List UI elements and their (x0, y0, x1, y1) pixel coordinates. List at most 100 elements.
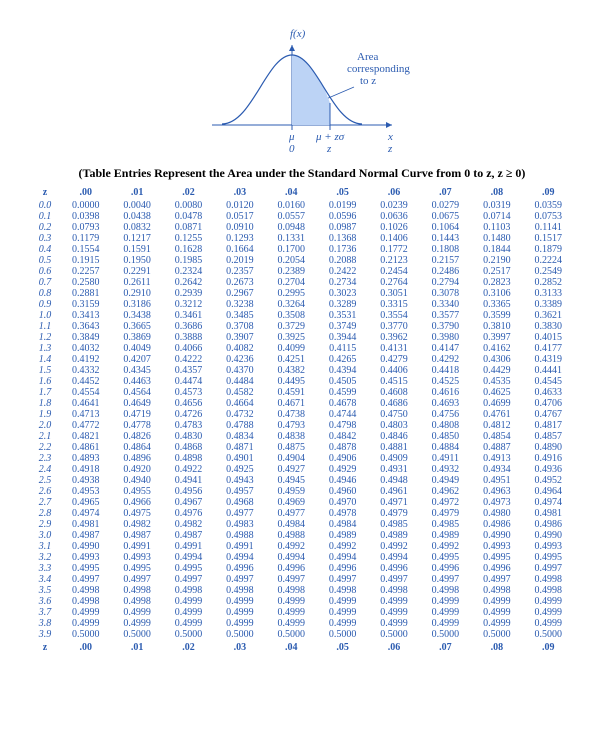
prob-cell: 0.4778 (111, 420, 162, 431)
prob-cell: 0.3925 (266, 332, 317, 343)
prob-cell: 0.4998 (368, 585, 419, 596)
table-row: 1.30.40320.40490.40660.40820.40990.41150… (30, 343, 574, 354)
col-header: .05 (317, 640, 368, 655)
prob-cell: 0.3413 (60, 310, 111, 321)
prob-cell: 0.3577 (420, 310, 471, 321)
prob-cell: 0.4986 (471, 519, 522, 530)
prob-cell: 0.4821 (60, 431, 111, 442)
prob-cell: 0.5000 (266, 629, 317, 640)
table-row: 2.00.47720.47780.47830.47880.47930.47980… (30, 420, 574, 431)
prob-cell: 0.4995 (523, 552, 574, 563)
prob-cell: 0.4992 (266, 541, 317, 552)
prob-cell: 0.4251 (266, 354, 317, 365)
table-row: 0.60.22570.22910.23240.23570.23890.24220… (30, 266, 574, 277)
prob-cell: 0.4995 (163, 563, 214, 574)
table-row: 2.80.49740.49750.49760.49770.49770.49780… (30, 508, 574, 519)
prob-cell: 0.4992 (368, 541, 419, 552)
prob-cell: 0.4945 (266, 475, 317, 486)
prob-cell: 0.4943 (214, 475, 265, 486)
prob-cell: 0.4357 (163, 365, 214, 376)
prob-cell: 0.4993 (471, 541, 522, 552)
prob-cell: 0.3749 (317, 321, 368, 332)
table-row: 3.80.49990.49990.49990.49990.49990.49990… (30, 618, 574, 629)
prob-cell: 0.2704 (266, 277, 317, 288)
prob-cell: 0.1736 (317, 244, 368, 255)
col-header: .05 (317, 187, 368, 200)
table-row: 3.20.49930.49930.49940.49940.49940.49940… (30, 552, 574, 563)
z-value: 0.8 (30, 288, 60, 299)
prob-cell: 0.4463 (111, 376, 162, 387)
prob-cell: 0.4633 (523, 387, 574, 398)
prob-cell: 0.4992 (420, 541, 471, 552)
prob-cell: 0.4664 (214, 398, 265, 409)
prob-cell: 0.4999 (523, 596, 574, 607)
prob-cell: 0.2157 (420, 255, 471, 266)
prob-cell: 0.4927 (266, 464, 317, 475)
z-value: 3.3 (30, 563, 60, 574)
z-value: 1.3 (30, 343, 60, 354)
prob-cell: 0.5000 (368, 629, 419, 640)
col-header: .01 (111, 640, 162, 655)
prob-cell: 0.1480 (471, 233, 522, 244)
prob-cell: 0.4999 (163, 596, 214, 607)
z-point-label: z (326, 143, 332, 155)
prob-cell: 0.4332 (60, 365, 111, 376)
table-body: 0.00.00000.00400.00800.01200.01600.01990… (30, 200, 574, 640)
prob-cell: 0.4345 (111, 365, 162, 376)
table-row: 2.40.49180.49200.49220.49250.49270.49290… (30, 464, 574, 475)
table-row: 2.10.48210.48260.48300.48340.48380.48420… (30, 431, 574, 442)
prob-cell: 0.4999 (317, 596, 368, 607)
col-header: .00 (60, 640, 111, 655)
prob-cell: 0.4991 (214, 541, 265, 552)
prob-cell: 0.4991 (111, 541, 162, 552)
prob-cell: 0.4998 (266, 585, 317, 596)
z-value: 1.4 (30, 354, 60, 365)
prob-cell: 0.2939 (163, 288, 214, 299)
prob-cell: 0.3554 (368, 310, 419, 321)
prob-cell: 0.4898 (163, 453, 214, 464)
prob-cell: 0.0557 (266, 211, 317, 222)
prob-cell: 0.4999 (266, 607, 317, 618)
prob-cell: 0.1217 (111, 233, 162, 244)
prob-cell: 0.3508 (266, 310, 317, 321)
prob-cell: 0.4999 (214, 596, 265, 607)
prob-cell: 0.3264 (266, 299, 317, 310)
prob-cell: 0.4990 (60, 541, 111, 552)
prob-cell: 0.0359 (523, 200, 574, 211)
prob-cell: 0.4984 (317, 519, 368, 530)
prob-cell: 0.1772 (368, 244, 419, 255)
prob-cell: 0.4982 (163, 519, 214, 530)
col-header: .09 (523, 187, 574, 200)
prob-cell: 0.1844 (471, 244, 522, 255)
prob-cell: 0.4861 (60, 442, 111, 453)
table-row: 0.80.28810.29100.29390.29670.29950.30230… (30, 288, 574, 299)
prob-cell: 0.4803 (368, 420, 419, 431)
prob-cell: 0.1985 (163, 255, 214, 266)
prob-cell: 0.4842 (317, 431, 368, 442)
prob-cell: 0.3133 (523, 288, 574, 299)
prob-cell: 0.4913 (471, 453, 522, 464)
table-row: 3.30.49950.49950.49950.49960.49960.49960… (30, 563, 574, 574)
prob-cell: 0.4991 (163, 541, 214, 552)
prob-cell: 0.3962 (368, 332, 419, 343)
prob-cell: 0.4997 (368, 574, 419, 585)
col-header: .09 (523, 640, 574, 655)
prob-cell: 0.4906 (317, 453, 368, 464)
prob-cell: 0.4987 (163, 530, 214, 541)
zero-label: 0 (289, 143, 295, 155)
z-value: 0.0 (30, 200, 60, 211)
prob-cell: 0.4998 (317, 585, 368, 596)
prob-cell: 0.4573 (163, 387, 214, 398)
table-row: 0.40.15540.15910.16280.16640.17000.17360… (30, 244, 574, 255)
prob-cell: 0.2224 (523, 255, 574, 266)
prob-cell: 0.4997 (317, 574, 368, 585)
prob-cell: 0.4236 (214, 354, 265, 365)
col-header: .07 (420, 640, 471, 655)
table-row: 1.80.46410.46490.46560.46640.46710.46780… (30, 398, 574, 409)
prob-cell: 0.4987 (111, 530, 162, 541)
z-table: z.00.01.02.03.04.05.06.07.08.09 0.00.000… (30, 187, 574, 655)
prob-cell: 0.2967 (214, 288, 265, 299)
prob-cell: 0.4756 (420, 409, 471, 420)
prob-cell: 0.1103 (471, 222, 522, 233)
z-value: 1.0 (30, 310, 60, 321)
